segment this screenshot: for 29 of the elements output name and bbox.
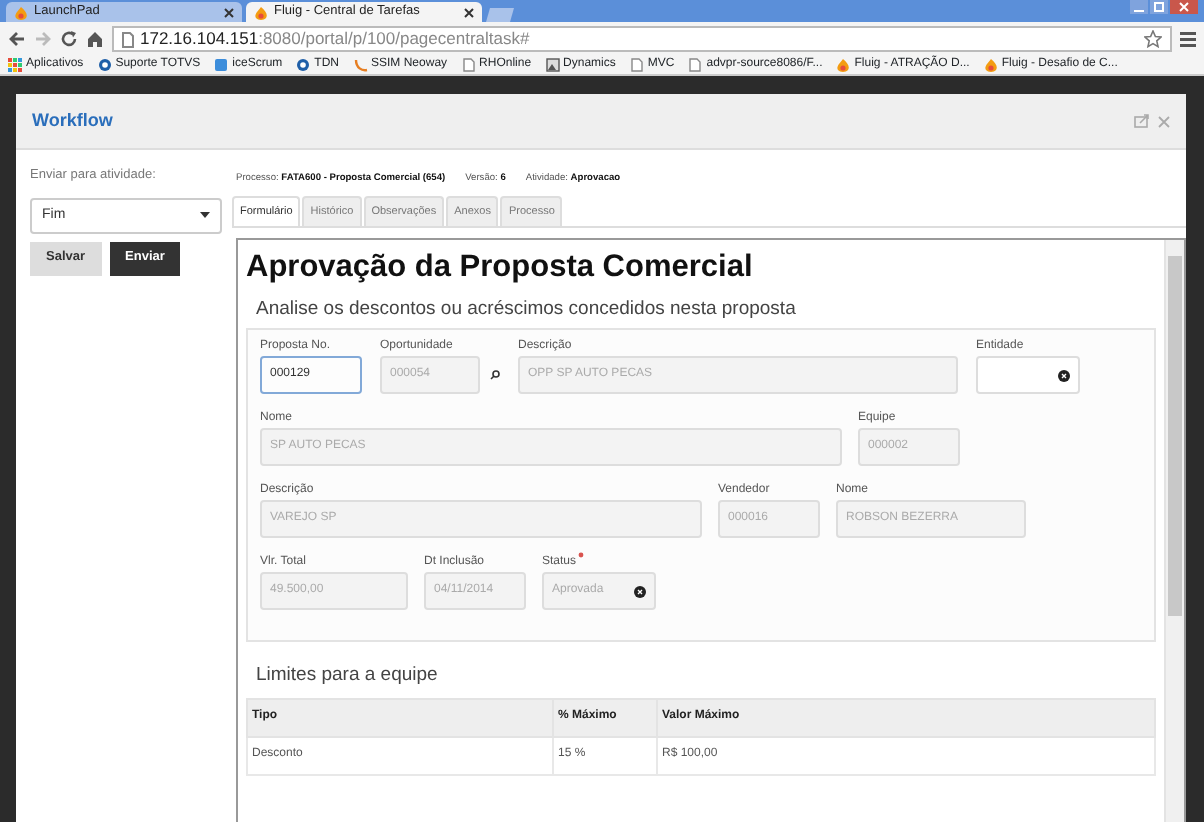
apps-icon (8, 58, 22, 72)
scrollbar-thumb[interactable] (1168, 256, 1182, 617)
star-icon[interactable] (1144, 30, 1162, 48)
clear-icon[interactable] (1058, 369, 1070, 382)
close-icon[interactable] (464, 7, 474, 17)
swoosh-icon (353, 58, 368, 72)
required-icon (578, 552, 585, 559)
flame-icon (983, 58, 998, 72)
flame-icon (836, 58, 851, 72)
reload-icon[interactable] (60, 30, 78, 48)
square-icon (214, 58, 229, 72)
select-field[interactable] (976, 356, 1080, 395)
section-title: Analise os descontos ou acréscimos concedidos nesta proposta (256, 296, 798, 325)
address-bar[interactable]: 172.16.104.151:8080/portal/p/100/pagecentraltask# (112, 26, 1172, 52)
close-icon[interactable] (224, 7, 234, 17)
flame-icon (254, 5, 268, 19)
modal-title: Workflow (32, 107, 113, 134)
minimize-icon[interactable] (1130, 0, 1148, 14)
caret-icon (200, 212, 210, 219)
search-icon[interactable] (490, 370, 500, 381)
back-icon[interactable] (8, 30, 26, 48)
menu-icon[interactable] (1180, 30, 1196, 48)
section-title: Limites para a equipe (256, 662, 440, 691)
restore-icon[interactable] (1150, 0, 1168, 14)
form-title: Aprovação da Proposta Comercial (246, 250, 755, 289)
flame-icon (14, 5, 28, 19)
home-icon[interactable] (86, 30, 104, 48)
page-icon (122, 31, 134, 47)
picture-icon (545, 58, 560, 72)
